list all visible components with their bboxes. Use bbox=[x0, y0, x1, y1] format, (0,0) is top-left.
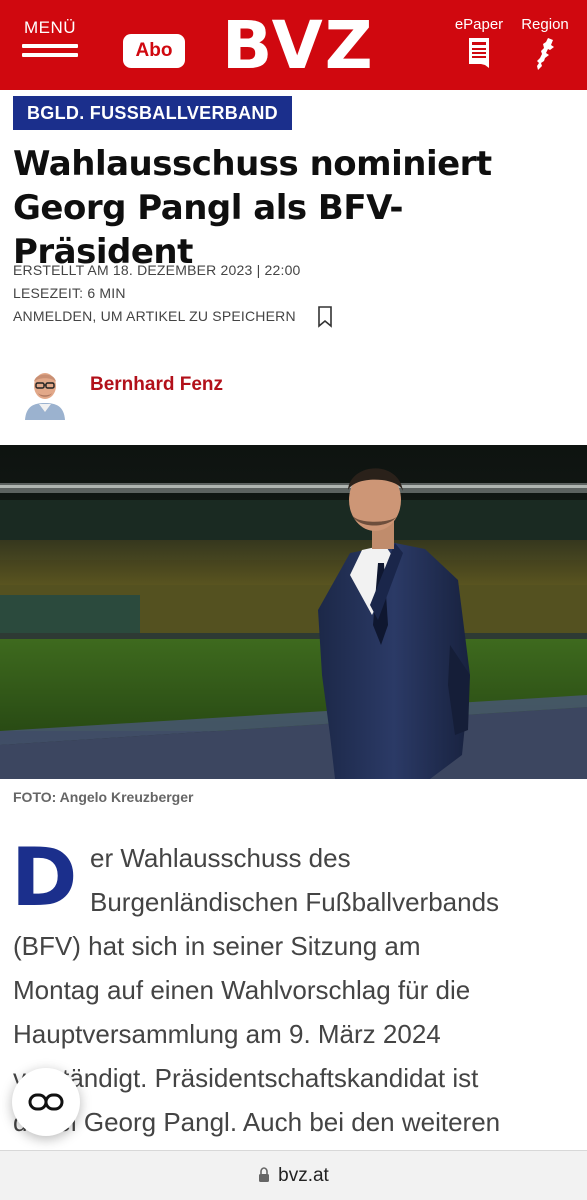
category-label[interactable]: BGLD. FUSSBALLVERBAND bbox=[13, 96, 292, 130]
photo-credit: FOTO: Angelo Kreuzberger bbox=[13, 789, 194, 805]
hero-image[interactable] bbox=[0, 445, 587, 779]
body-line: dabei Georg Pangl. Auch bei den weiteren bbox=[13, 1107, 501, 1137]
bookmark-icon[interactable] bbox=[317, 306, 333, 328]
author-avatar[interactable] bbox=[20, 360, 70, 420]
abo-button[interactable]: Abo bbox=[123, 34, 185, 68]
menu-label: MENÜ bbox=[23, 18, 77, 37]
dropcap: D bbox=[11, 831, 78, 924]
region-button[interactable]: Region bbox=[516, 16, 574, 71]
epaper-button[interactable]: ePaper bbox=[450, 16, 508, 69]
reading-time: LESEZEIT: 6 MIN bbox=[13, 285, 126, 301]
region-label: Region bbox=[521, 16, 569, 33]
site-header: MENÜ Abo BVZ ePaper Region bbox=[0, 0, 587, 90]
article-title: Wahlausschuss nominiert Georg Pangl als … bbox=[13, 142, 578, 274]
hamburger-icon bbox=[22, 44, 78, 57]
stadium-portrait-illustration bbox=[0, 445, 587, 779]
reader-mode-icon bbox=[28, 1093, 64, 1111]
body-line: Montag auf einen Wahlvorschlag für die bbox=[13, 975, 471, 1005]
browser-url-bar[interactable]: bvz.at bbox=[0, 1150, 587, 1200]
body-line: Hauptversammlung am 9. März 2024 bbox=[13, 1019, 441, 1049]
body-line: (BFV) hat sich in seiner Sitzung am bbox=[13, 931, 421, 961]
epaper-label: ePaper bbox=[454, 16, 504, 33]
newspaper-icon bbox=[469, 38, 489, 68]
bvz-logo[interactable]: BVZ bbox=[222, 12, 375, 80]
created-date: ERSTELLT AM 18. DEZEMBER 2023 | 22:00 bbox=[13, 262, 301, 278]
title-line: Wahlausschuss nominiert bbox=[13, 144, 492, 184]
title-line: Georg Pangl als BFV-Präsident bbox=[13, 188, 404, 272]
author-name[interactable]: Bernhard Fenz bbox=[90, 374, 223, 396]
map-region-icon bbox=[537, 38, 554, 70]
url-display[interactable]: bvz.at bbox=[0, 1165, 587, 1187]
body-line: er Wahlausschuss des bbox=[90, 843, 351, 873]
body-line: verständigt. Präsidentschaftskandidat is… bbox=[13, 1063, 479, 1093]
reader-mode-button[interactable] bbox=[12, 1068, 80, 1136]
url-text: bvz.at bbox=[278, 1165, 329, 1186]
lock-icon bbox=[259, 1167, 270, 1182]
save-article-link[interactable]: ANMELDEN, UM ARTIKEL ZU SPEICHERN bbox=[13, 308, 296, 324]
body-line: Burgenländischen Fußballverbands bbox=[90, 887, 500, 917]
menu-button[interactable]: MENÜ bbox=[22, 18, 78, 72]
